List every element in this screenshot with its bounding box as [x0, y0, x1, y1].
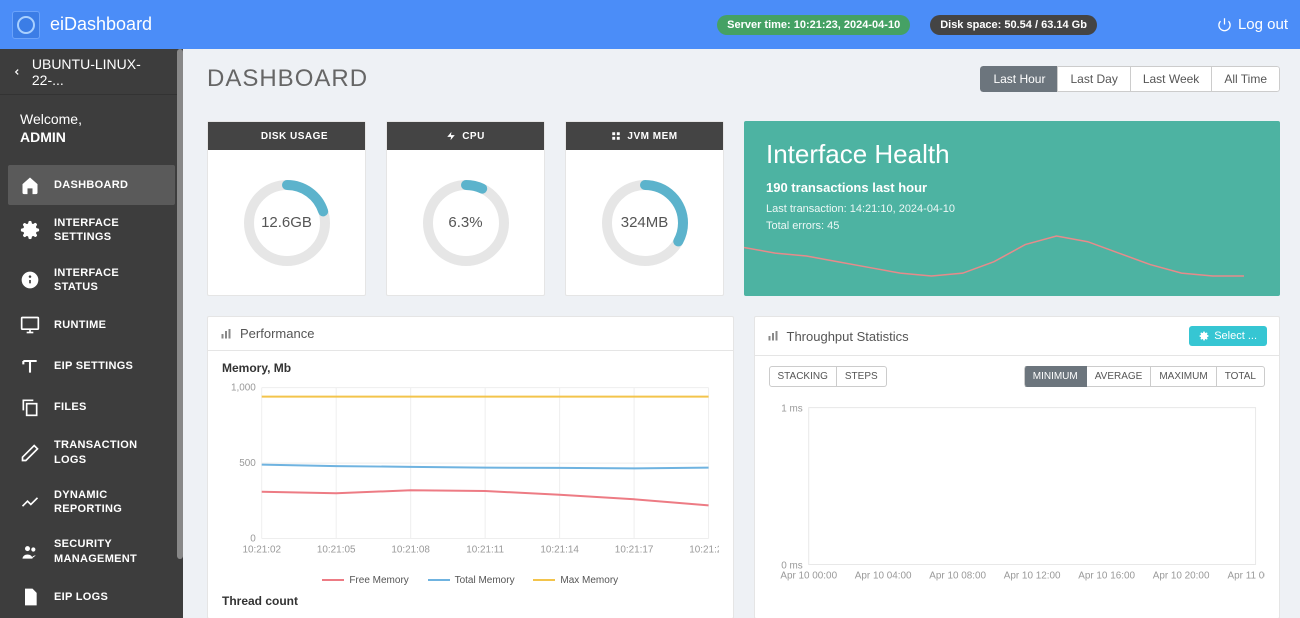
page-title: DASHBOARD [207, 65, 368, 93]
sidebar-item-dashboard[interactable]: DASHBOARD [8, 165, 175, 205]
svg-text:10:21:11: 10:21:11 [466, 544, 504, 555]
memory-chart-title: Memory, Mb [222, 361, 719, 375]
svg-text:10:21:17: 10:21:17 [615, 544, 654, 555]
svg-text:0: 0 [250, 534, 256, 545]
user-name: ADMIN [20, 129, 163, 145]
server-time-badge: Server time: 10:21:23, 2024-04-10 [717, 15, 910, 35]
jvm-value: 324MB [600, 178, 690, 268]
jvm-card-title: JVM MEM [627, 131, 677, 142]
svg-text:10:21:08: 10:21:08 [391, 544, 430, 555]
welcome-block: Welcome, ADMIN [0, 95, 183, 165]
svg-text:1,000: 1,000 [231, 383, 256, 394]
throughput-chart: 1 ms0 msApr 10 00:00Apr 10 04:00Apr 10 0… [769, 399, 1266, 589]
throughput-panel: Throughput Statistics Select ... STACKIN… [754, 316, 1281, 618]
welcome-text: Welcome, [20, 111, 163, 127]
cpu-card: CPU 6.3% [386, 121, 545, 296]
sidebar-item-runtime[interactable]: RUNTIME [8, 305, 175, 345]
time-range-all-time[interactable]: All Time [1211, 66, 1280, 92]
sidebar-item-dynamic-reporting[interactable]: DYNAMIC REPORTING [8, 478, 175, 527]
memory-legend: Free Memory Total Memory Max Memory [222, 573, 719, 586]
nav-list: DASHBOARDINTERFACE SETTINGSINTERFACE STA… [0, 165, 183, 618]
throughput-btn-steps[interactable]: STEPS [837, 366, 887, 387]
main-content: DASHBOARD Last HourLast DayLast WeekAll … [183, 49, 1300, 618]
time-range-last-day[interactable]: Last Day [1057, 66, 1130, 92]
breadcrumb-label: UBUNTU-LINUX-22-... [32, 56, 171, 88]
svg-text:10:21:05: 10:21:05 [317, 544, 356, 555]
time-range-last-hour[interactable]: Last Hour [980, 66, 1058, 92]
svg-text:10:21:14: 10:21:14 [540, 544, 579, 555]
performance-title: Performance [240, 326, 314, 341]
logout-button[interactable]: Log out [1217, 16, 1288, 33]
svg-text:Apr 10 00:00: Apr 10 00:00 [780, 570, 837, 581]
health-last-tx: Last transaction: 14:21:10, 2024-04-10 [766, 201, 1258, 218]
sidebar-item-interface-settings[interactable]: INTERFACE SETTINGS [8, 206, 175, 255]
interface-health-card: Interface Health 190 transactions last h… [744, 121, 1280, 296]
thread-count-title: Thread count [222, 594, 719, 608]
grid-icon [611, 131, 621, 141]
svg-text:Apr 10 04:00: Apr 10 04:00 [854, 570, 911, 581]
throughput-btn-minimum[interactable]: MINIMUM [1024, 366, 1087, 387]
svg-text:1 ms: 1 ms [781, 404, 803, 415]
sidebar-item-interface-status[interactable]: INTERFACE STATUS [8, 256, 175, 305]
throughput-left-buttons: STACKINGSTEPS [769, 366, 887, 387]
jvm-card: JVM MEM 324MB [565, 121, 724, 296]
throughput-btn-total[interactable]: TOTAL [1217, 366, 1265, 387]
select-label: Select ... [1214, 330, 1257, 342]
disk-card-title: DISK USAGE [261, 131, 328, 142]
health-title: Interface Health [766, 139, 1258, 170]
bar-chart-icon [767, 330, 779, 342]
svg-text:Apr 10 12:00: Apr 10 12:00 [1003, 570, 1060, 581]
svg-text:Apr 10 16:00: Apr 10 16:00 [1078, 570, 1135, 581]
disk-space-badge: Disk space: 50.54 / 63.14 Gb [930, 15, 1097, 35]
svg-text:Apr 10 20:00: Apr 10 20:00 [1152, 570, 1209, 581]
power-icon [1217, 17, 1232, 32]
sidebar: UBUNTU-LINUX-22-... Welcome, ADMIN DASHB… [0, 49, 183, 618]
throughput-btn-maximum[interactable]: MAXIMUM [1151, 366, 1216, 387]
disk-value: 12.6GB [242, 178, 332, 268]
health-transactions: 190 transactions last hour [766, 180, 1258, 195]
health-sparkline [744, 226, 1244, 286]
sidebar-item-eip-settings[interactable]: EIP SETTINGS [8, 346, 175, 386]
throughput-right-buttons: MINIMUMAVERAGEMAXIMUMTOTAL [1024, 366, 1265, 387]
disk-usage-card: DISK USAGE 12.6GB [207, 121, 366, 296]
bolt-icon [446, 131, 456, 141]
svg-text:10:21:02: 10:21:02 [242, 544, 281, 555]
throughput-btn-average[interactable]: AVERAGE [1087, 366, 1152, 387]
performance-panel: Performance Memory, Mb 0 500 1,000 10:21:02… [207, 316, 734, 618]
header-bar: eiDashboard Server time: 10:21:23, 2024-… [0, 0, 1300, 49]
chevron-left-icon [12, 67, 22, 77]
time-range-group: Last HourLast DayLast WeekAll Time [980, 66, 1280, 92]
svg-text:Apr 10 08:00: Apr 10 08:00 [929, 570, 986, 581]
logout-label: Log out [1238, 16, 1288, 33]
select-dropdown-button[interactable]: Select ... [1189, 326, 1267, 346]
cpu-card-title: CPU [462, 131, 485, 142]
app-logo [12, 11, 40, 39]
app-title: eiDashboard [50, 14, 152, 35]
throughput-btn-stacking[interactable]: STACKING [769, 366, 837, 387]
gear-icon [1199, 331, 1209, 341]
bar-chart-icon [220, 328, 232, 340]
sidebar-item-files[interactable]: FILES [8, 387, 175, 427]
sidebar-item-security-management[interactable]: SECURITY MANAGEMENT [8, 527, 175, 576]
sidebar-item-eip-logs[interactable]: EIP LOGS [8, 577, 175, 617]
svg-text:10:21:20: 10:21:20 [689, 544, 718, 555]
cpu-value: 6.3% [421, 178, 511, 268]
throughput-title: Throughput Statistics [787, 329, 909, 344]
svg-text:Apr 11 00:00: Apr 11 00:00 [1227, 570, 1265, 581]
time-range-last-week[interactable]: Last Week [1130, 66, 1212, 92]
memory-chart: 0 500 1,000 10:21:02 10:21:05 10:21:08 10:21:1… [222, 379, 719, 569]
breadcrumb[interactable]: UBUNTU-LINUX-22-... [0, 49, 183, 95]
sidebar-item-transaction-logs[interactable]: TRANSACTION LOGS [8, 428, 175, 477]
svg-text:500: 500 [239, 458, 256, 469]
download-icon [245, 131, 255, 141]
